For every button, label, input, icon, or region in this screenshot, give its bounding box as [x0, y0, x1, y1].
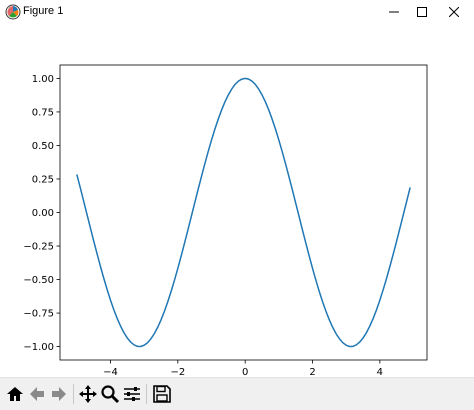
x-tick-label: 0	[242, 367, 248, 377]
y-tick-label: −0.75	[23, 309, 54, 320]
back-arrow-icon	[30, 387, 44, 401]
window-title: Figure 1	[23, 5, 64, 17]
save-button[interactable]	[151, 383, 173, 405]
plot-canvas[interactable]: −4 −2 0 2 4 −1.00 −0.75 −0.50 −0.25 0.00 0.25 0.50…	[0, 24, 474, 378]
title-bar[interactable]: Figure 1	[0, 0, 474, 24]
y-tick-label: 0.00	[32, 208, 54, 219]
pan-button[interactable]	[77, 383, 99, 405]
y-tick-label: 1.00	[32, 74, 54, 85]
minimize-icon	[389, 11, 399, 13]
x-axis-ticks: −4 −2 0 2 4	[103, 360, 383, 378]
maximize-button[interactable]	[405, 0, 439, 24]
y-tick-label: −1.00	[23, 342, 54, 353]
back-button[interactable]	[26, 383, 48, 405]
figure-window: Figure 1 −4 −2 0 2 4 −1.00 −0.75 −0.50 −0.25 0.0…	[0, 0, 474, 410]
configure-subplots-button[interactable]	[121, 383, 143, 405]
axes-frame	[59, 64, 428, 361]
line-chart: −4 −2 0 2 4 −1.00 −0.75 −0.50 −0.25 0.00 0.25 0.50…	[23, 64, 428, 378]
save-icon	[153, 385, 171, 403]
forward-arrow-icon	[52, 387, 66, 401]
x-tick-label: −2	[170, 367, 185, 377]
forward-button[interactable]	[48, 383, 70, 405]
zoom-icon	[101, 385, 120, 404]
y-tick-label: −0.50	[23, 275, 54, 286]
toolbar-separator	[146, 384, 147, 404]
close-icon	[449, 7, 459, 17]
y-tick-label: −0.25	[23, 242, 54, 253]
configure-subplots-icon	[124, 387, 140, 401]
x-tick-label: 2	[309, 367, 315, 377]
home-button[interactable]	[4, 383, 26, 405]
matplotlib-icon	[5, 4, 21, 20]
y-tick-label: 0.50	[32, 141, 54, 152]
y-tick-label: 0.25	[32, 174, 54, 185]
zoom-button[interactable]	[99, 383, 121, 405]
close-button[interactable]	[437, 0, 471, 24]
y-axis-ticks: −1.00 −0.75 −0.50 −0.25 0.00 0.25 0.50 0.75 1.00	[23, 74, 60, 353]
home-icon	[7, 387, 23, 401]
cosine-series-line	[76, 77, 411, 348]
pan-icon	[79, 385, 97, 403]
maximize-icon	[417, 7, 427, 17]
navigation-toolbar	[0, 377, 474, 410]
toolbar-separator	[73, 384, 74, 404]
x-tick-label: 4	[377, 367, 383, 377]
x-tick-label: −4	[103, 367, 118, 377]
y-tick-label: 0.75	[32, 107, 54, 118]
